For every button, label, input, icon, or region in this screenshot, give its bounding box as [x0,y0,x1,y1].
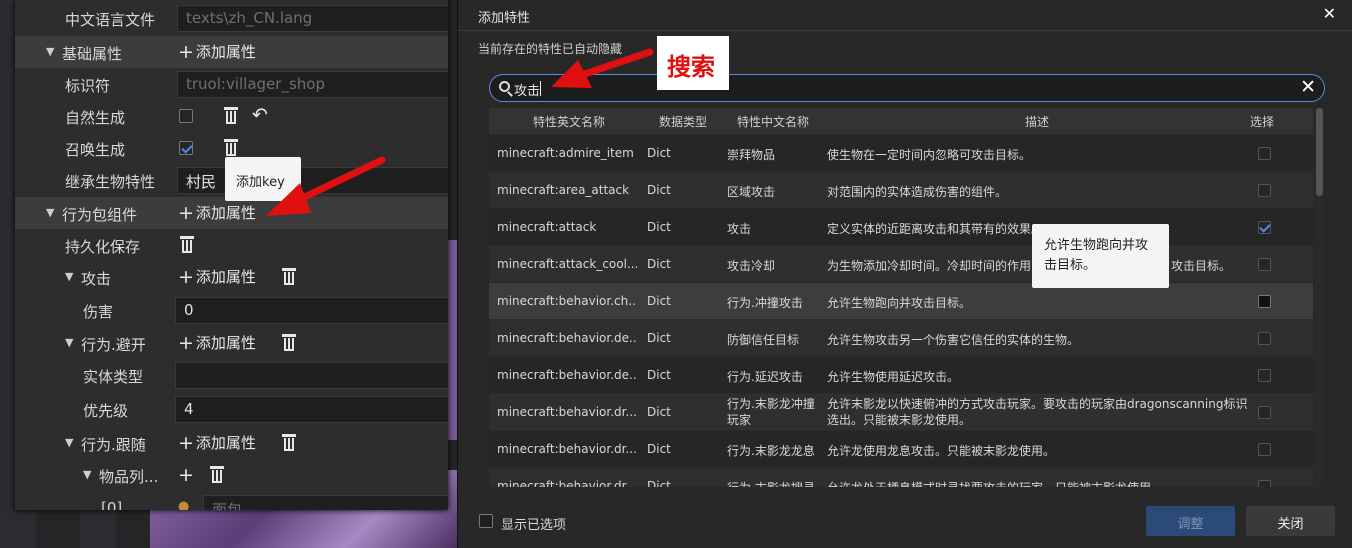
annotation-arrows [266,48,654,216]
arrow-to-add-property [266,156,386,216]
arrow-to-search [551,48,654,88]
